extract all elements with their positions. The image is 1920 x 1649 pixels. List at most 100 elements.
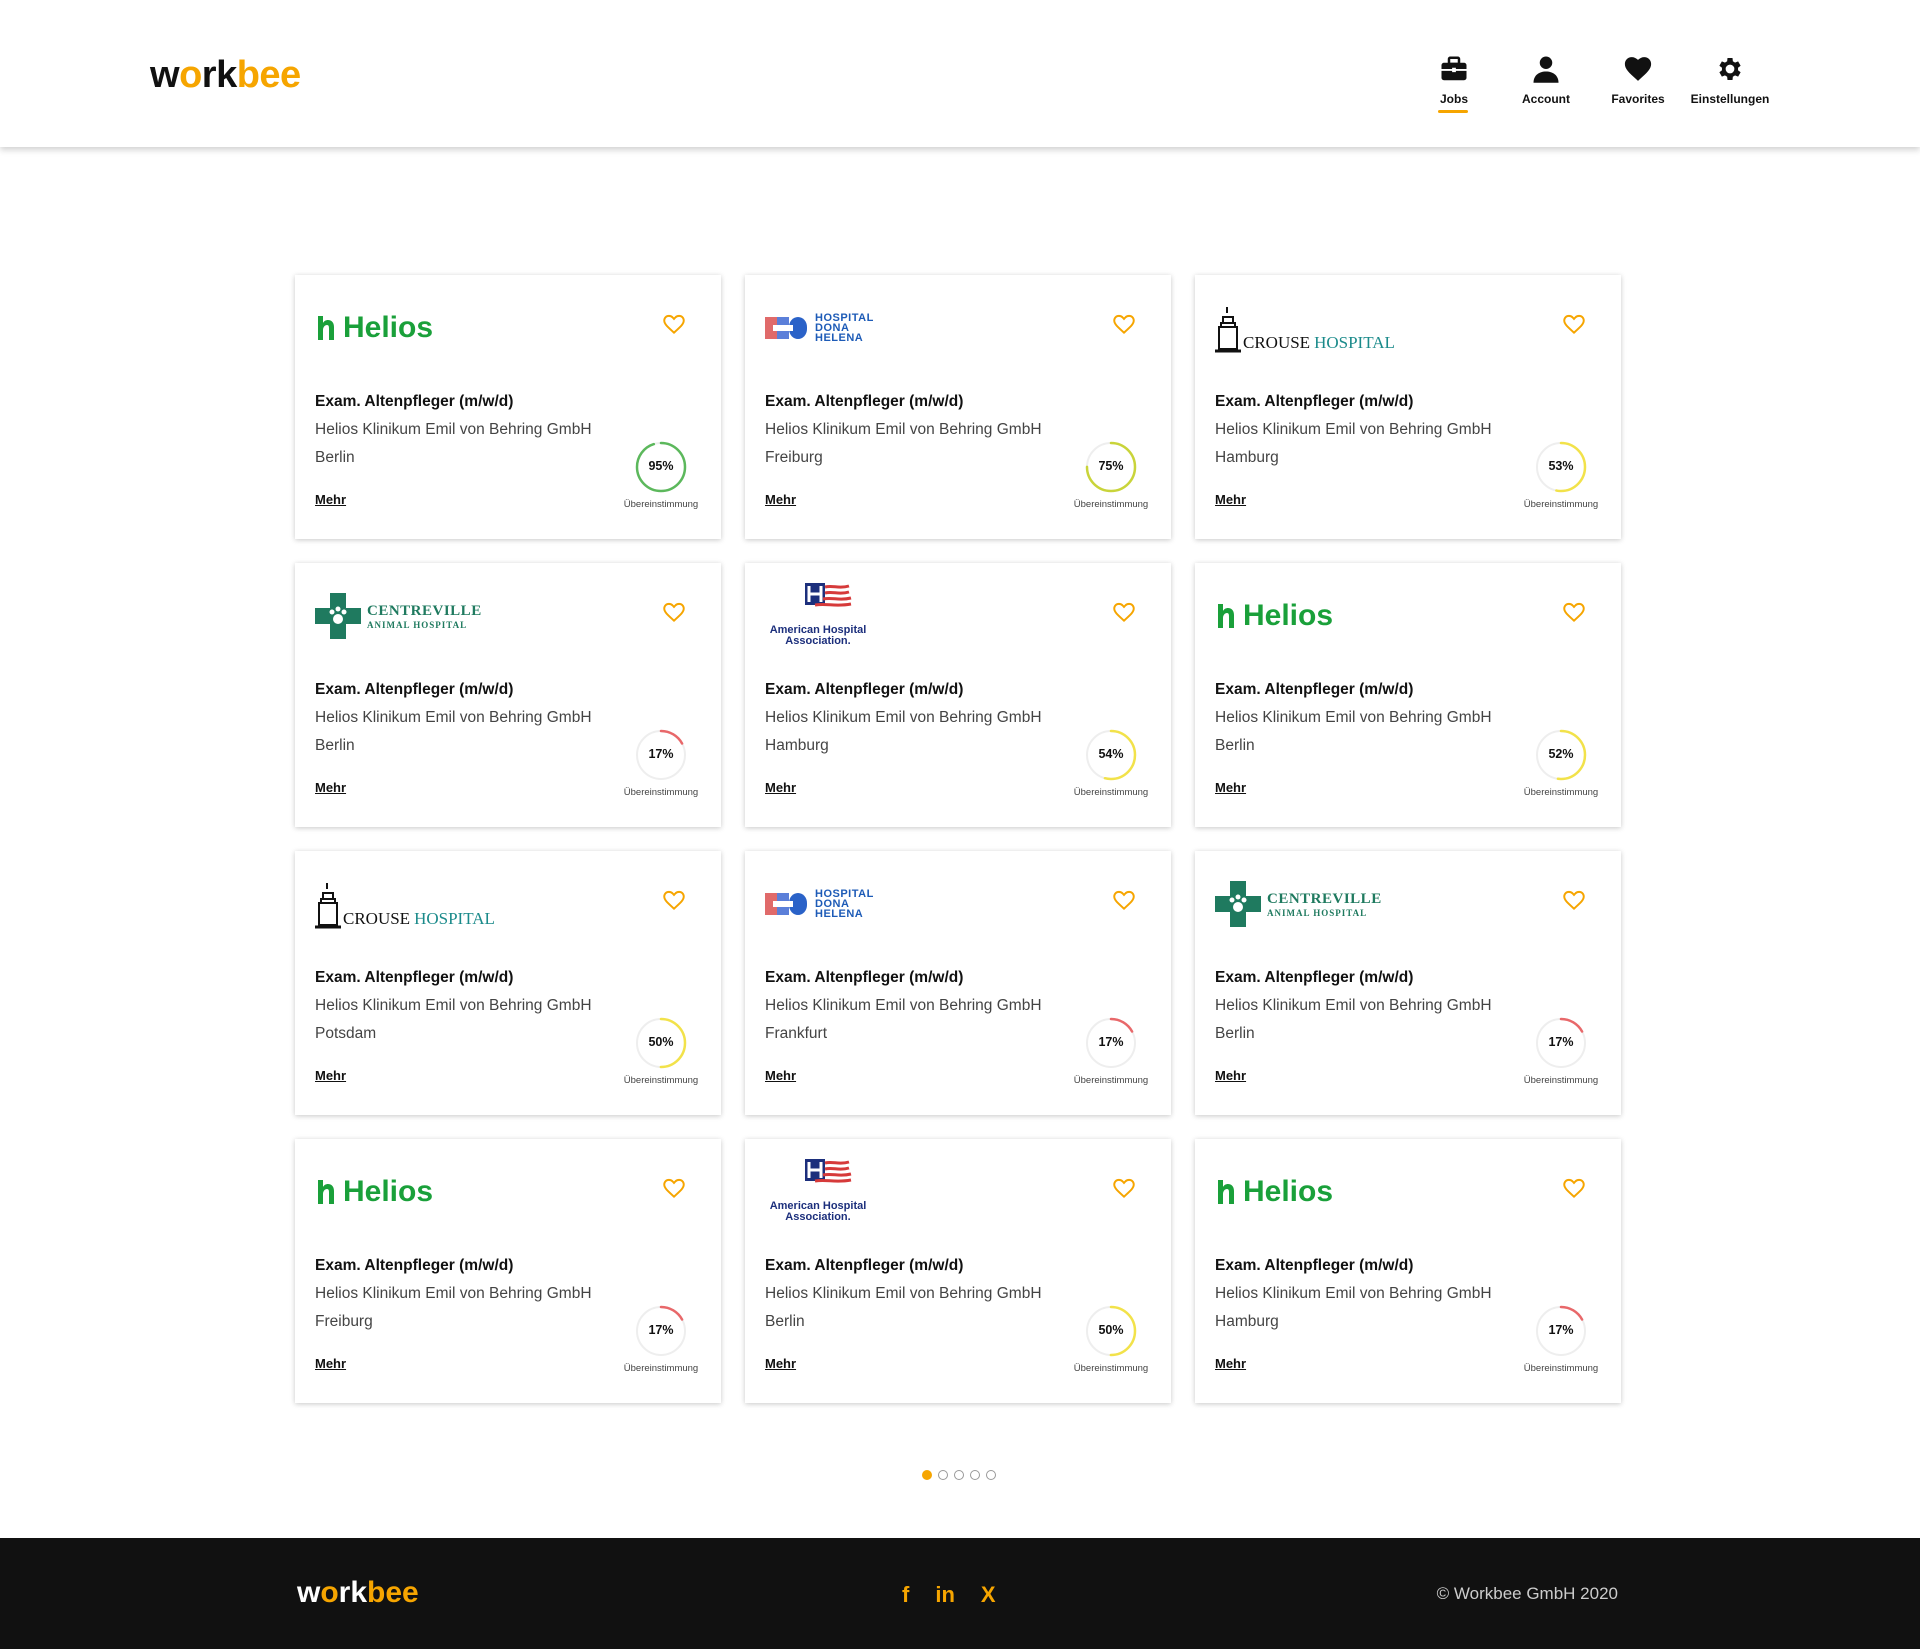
job-title: Exam. Altenpfleger (m/w/d) (765, 1257, 964, 1274)
job-card[interactable]: Helios Exam. Altenpfleger (m/w/d) Helios K… (295, 1139, 721, 1403)
heart-outline-icon[interactable] (1561, 1175, 1587, 1201)
xing-icon[interactable]: X (981, 1582, 996, 1608)
job-card[interactable]: CROUSE HOSPITAL Exam. Altenpfleger (m/w/d)… (1195, 275, 1621, 539)
job-card[interactable]: CENTREVILLE ANIMAL HOSPITAL Exam. Altenpfl… (295, 563, 721, 827)
job-card[interactable]: CROUSE HOSPITAL Exam. Altenpfleger (m/w/d)… (295, 851, 721, 1115)
more-link[interactable]: Mehr (765, 1356, 796, 1371)
job-card[interactable]: CENTREVILLE ANIMAL HOSPITAL Exam. Altenpfl… (1195, 851, 1621, 1115)
job-card[interactable]: HOSPITAL DONA HELENA Exam. Altenpfleger (m/… (745, 851, 1171, 1115)
job-title: Exam. Altenpfleger (m/w/d) (315, 393, 514, 410)
more-link[interactable]: Mehr (315, 1356, 346, 1371)
company-logo: Helios (315, 1157, 575, 1227)
heart-outline-icon[interactable] (1111, 1175, 1137, 1201)
match-label: Übereinstimmung (623, 1075, 699, 1086)
linkedin-icon[interactable]: in (935, 1582, 955, 1608)
page-dot[interactable] (970, 1470, 980, 1480)
match-percent: 17% (648, 1323, 674, 1337)
heart-outline-icon[interactable] (661, 887, 687, 913)
company-logo: CENTREVILLE ANIMAL HOSPITAL (315, 581, 575, 651)
heart-outline-icon[interactable] (1561, 887, 1587, 913)
hospital-dona-helena-logo: HOSPITAL DONA HELENA (765, 293, 1025, 363)
hospital-text: HOSPITAL (1314, 333, 1395, 352)
centreville-logo: CENTREVILLE ANIMAL HOSPITAL (315, 581, 575, 651)
heart-outline-icon[interactable] (1111, 887, 1137, 913)
company-name: Helios Klinikum Emil von Behring GmbH (315, 1285, 592, 1302)
nav-jobs[interactable]: Jobs (1408, 54, 1500, 113)
more-link[interactable]: Mehr (765, 1068, 796, 1083)
heart-outline-icon[interactable] (1561, 311, 1587, 337)
match-score: 17% Übereinstimmung (1521, 1305, 1601, 1374)
company-name: Helios Klinikum Emil von Behring GmbH (765, 1285, 1042, 1302)
footer-logo-w: w (297, 1576, 321, 1609)
company-logo: Helios (1215, 581, 1475, 651)
job-title: Exam. Altenpfleger (m/w/d) (1215, 969, 1414, 986)
more-link[interactable]: Mehr (1215, 780, 1246, 795)
match-label: Übereinstimmung (1073, 1363, 1149, 1374)
page-dot[interactable] (986, 1470, 996, 1480)
heart-outline-icon[interactable] (661, 311, 687, 337)
more-link[interactable]: Mehr (765, 492, 796, 507)
aha-logo-text: American Hospital Association. (769, 624, 867, 647)
job-city: Berlin (1215, 1025, 1255, 1042)
job-title: Exam. Altenpfleger (m/w/d) (765, 969, 964, 986)
footer-logo[interactable]: workbee (297, 1576, 419, 1610)
more-link[interactable]: Mehr (315, 492, 346, 507)
more-link[interactable]: Mehr (1215, 1068, 1246, 1083)
copyright: © Workbee GmbH 2020 (1436, 1584, 1618, 1603)
heart-icon (1624, 57, 1652, 81)
match-percent: 50% (648, 1035, 674, 1049)
more-link[interactable]: Mehr (1215, 492, 1246, 507)
nav-favorites-label: Favorites (1611, 92, 1665, 106)
job-card[interactable]: Helios Exam. Altenpfleger (m/w/d) Helios K… (1195, 563, 1621, 827)
job-city: Freiburg (765, 449, 823, 466)
social-links: f in X (902, 1582, 996, 1608)
main-nav: Jobs Account Favorites Einstellungen (1408, 54, 1776, 113)
user-icon (1533, 56, 1559, 83)
more-link[interactable]: Mehr (315, 780, 346, 795)
match-percent: 17% (1098, 1035, 1124, 1049)
more-link[interactable]: Mehr (315, 1068, 346, 1083)
heart-outline-icon[interactable] (661, 1175, 687, 1201)
match-score: 50% Übereinstimmung (1071, 1305, 1151, 1374)
heart-outline-icon[interactable] (1111, 599, 1137, 625)
footer-logo-o: o (320, 1576, 339, 1609)
page-dot[interactable] (938, 1470, 948, 1480)
page-dot[interactable] (954, 1470, 964, 1480)
facebook-icon[interactable]: f (902, 1582, 909, 1608)
centreville-cross-icon (1215, 881, 1261, 927)
page-dot[interactable] (922, 1470, 932, 1480)
helios-logo: Helios (1215, 581, 1475, 651)
job-card[interactable]: Helios Exam. Altenpfleger (m/w/d) Helios K… (295, 275, 721, 539)
crouse-text: CROUSE (1243, 333, 1311, 352)
job-card[interactable]: American Hospital Association. Exam. Alten… (745, 1139, 1171, 1403)
job-card[interactable]: American Hospital Association. Exam. Alten… (745, 563, 1171, 827)
workbee-logo[interactable]: workbee (150, 54, 301, 97)
helios-mark-icon (1218, 1180, 1234, 1204)
match-label: Übereinstimmung (1073, 787, 1149, 798)
heart-outline-icon[interactable] (1111, 311, 1137, 337)
job-title: Exam. Altenpfleger (m/w/d) (765, 681, 964, 698)
heart-outline-icon[interactable] (1561, 599, 1587, 625)
company-logo: Helios (1215, 1157, 1475, 1227)
job-city: Berlin (1215, 737, 1255, 754)
match-percent: 17% (1548, 1035, 1574, 1049)
more-link[interactable]: Mehr (1215, 1356, 1246, 1371)
logo-part-w: w (150, 54, 180, 96)
job-card[interactable]: Helios Exam. Altenpfleger (m/w/d) Helios K… (1195, 1139, 1621, 1403)
nav-jobs-label: Jobs (1439, 92, 1468, 106)
pagination (922, 1470, 996, 1480)
nav-settings[interactable]: Einstellungen (1684, 54, 1776, 106)
match-percent: 50% (1098, 1323, 1124, 1337)
hdh-logo-text: HOSPITAL DONA HELENA (815, 888, 874, 920)
nav-favorites[interactable]: Favorites (1592, 54, 1684, 106)
match-label: Übereinstimmung (1523, 499, 1599, 510)
more-link[interactable]: Mehr (765, 780, 796, 795)
heart-outline-icon[interactable] (661, 599, 687, 625)
nav-settings-label: Einstellungen (1690, 92, 1770, 106)
nav-account[interactable]: Account (1500, 54, 1592, 106)
company-name: Helios Klinikum Emil von Behring GmbH (1215, 709, 1492, 726)
match-score: 17% Übereinstimmung (621, 1305, 701, 1374)
logo-part-bee: bee (236, 54, 301, 96)
company-name: Helios Klinikum Emil von Behring GmbH (315, 421, 592, 438)
job-card[interactable]: HOSPITAL DONA HELENA Exam. Altenpfleger (m/… (745, 275, 1171, 539)
